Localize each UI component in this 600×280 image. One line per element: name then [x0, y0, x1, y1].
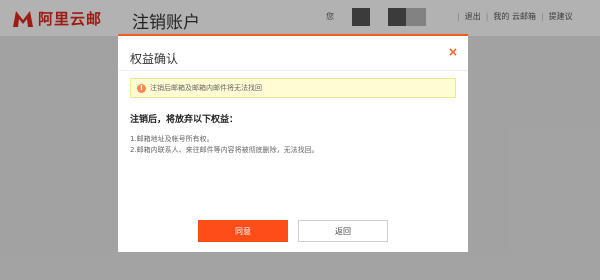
dialog-divider	[118, 70, 468, 71]
dialog-title: 权益确认	[130, 52, 179, 66]
back-button[interactable]: 返回	[298, 220, 388, 242]
agree-button[interactable]: 同意	[198, 220, 288, 242]
warning-banner: ! 注销后邮箱及邮箱内邮件将无法找回	[130, 78, 456, 98]
warning-text: 注销后邮箱及邮箱内邮件将无法找回	[150, 84, 262, 92]
section-title: 注销后，将放弃以下权益：	[130, 115, 239, 125]
rights-confirm-dialog: 权益确认 × ! 注销后邮箱及邮箱内邮件将无法找回 注销后，将放弃以下权益： 1…	[118, 34, 468, 252]
close-icon[interactable]: ×	[448, 46, 458, 58]
list-item: 1.邮箱地址及帐号所有权。	[130, 135, 214, 143]
list-item: 2.邮箱内联系人、来往邮件等内容将被彻底删除，无法找回。	[130, 146, 319, 154]
warning-icon: !	[137, 83, 146, 93]
